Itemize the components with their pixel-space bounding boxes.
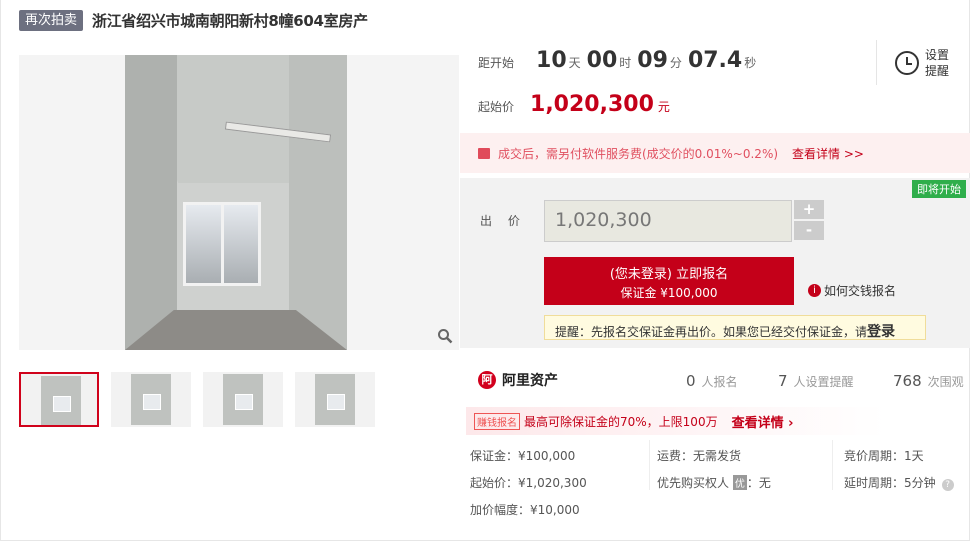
register-deposit-label: 保证金 ¥100,000	[620, 286, 718, 300]
register-button-label: (您未登录) 立即报名	[609, 267, 729, 282]
stat-registered: 0 人报名	[686, 372, 738, 390]
tip-text: 提醒：先报名交保证金再出价。如果您已经交付保证金，请	[555, 325, 868, 339]
countdown-hours: 00	[586, 48, 618, 73]
how-to-register-link[interactable]: i 如何交钱报名	[808, 282, 896, 299]
earn-text: 最高可除保证金的70%，上限100万	[524, 414, 718, 429]
how-to-label: 如何交钱报名	[824, 284, 897, 298]
stat-reminders-unit: 人设置提醒	[793, 375, 854, 389]
countdown-days: 10	[536, 48, 567, 73]
thumbnail-strip	[19, 372, 375, 427]
gift-icon	[478, 147, 490, 159]
thumbnail-2[interactable]	[111, 372, 191, 427]
info-delay: 延时周期：5分钟?	[844, 474, 954, 491]
start-price-value: 1,020,300	[530, 92, 654, 117]
zoom-icon[interactable]	[435, 328, 455, 348]
priority-value: ：无	[746, 476, 771, 490]
info-shipping: 运费：无需发货	[657, 449, 742, 463]
status-badge: 即将开始	[912, 180, 966, 198]
stat-views: 768 次围观	[893, 372, 964, 390]
countdown: 距开始 10 天 00 时 09 分 07.4 秒	[478, 48, 756, 73]
info-priority: 优先购买权人 优：无	[657, 474, 771, 491]
stat-reminders-count: 7	[778, 372, 788, 390]
login-tip: 提醒：先报名交保证金再出价。如果您已经交付保证金，请登录	[544, 315, 926, 340]
earn-banner: 赚钱报名 最高可除保证金的70%，上限100万 查看详情 ›	[466, 407, 886, 435]
title-row: 再次拍卖 浙江省绍兴市城南朝阳新村8幢604室房产	[19, 9, 368, 31]
bid-input[interactable]: 1,020,300	[544, 200, 792, 242]
stat-views-unit: 次围观	[927, 375, 964, 389]
priority-tag: 优	[732, 475, 747, 490]
countdown-days-unit: 天	[568, 56, 581, 70]
stat-registered-unit: 人报名	[701, 375, 738, 389]
page-title: 浙江省绍兴市城南朝阳新村8幢604室房产	[92, 11, 368, 30]
countdown-hours-unit: 时	[619, 56, 632, 70]
bid-panel: 即将开始 出 价 1,020,300 + - (您未登录) 立即报名 保证金 ¥…	[460, 178, 970, 348]
countdown-minutes: 09	[637, 48, 668, 73]
thumbnail-4[interactable]	[295, 372, 375, 427]
ali-logo-icon: 阿	[478, 371, 496, 389]
help-icon[interactable]: ?	[941, 479, 954, 491]
countdown-seconds: 07.4	[687, 48, 743, 73]
thumbnail-3[interactable]	[203, 372, 283, 427]
fee-notice-text: 成交后，需另付软件服务费(成交价的0.01%~0.2%)	[498, 146, 779, 161]
fee-details-link[interactable]: 查看详情 >>	[792, 145, 864, 162]
info-bid-cycle: 竞价周期：1天	[844, 449, 924, 463]
reauction-badge: 再次拍卖	[19, 9, 84, 31]
brand-name: 阿里资产	[502, 373, 558, 389]
countdown-seconds-unit: 秒	[744, 56, 757, 70]
alarm-clock-icon	[895, 50, 919, 75]
brand: 阿 阿里资产	[478, 370, 558, 390]
stat-registered-count: 0	[686, 372, 696, 390]
login-link[interactable]: 登录	[867, 324, 895, 340]
info-icon: i	[808, 284, 821, 297]
divider	[832, 440, 833, 490]
start-price: 起始价 1,020,300 元	[478, 92, 670, 117]
divider	[649, 440, 650, 490]
room-photo	[125, 55, 347, 350]
thumbnail-1[interactable]	[19, 372, 99, 427]
info-deposit: 保证金：¥100,000	[470, 449, 576, 463]
stat-reminders: 7 人设置提醒	[778, 372, 854, 390]
bid-label: 出 价	[480, 214, 526, 228]
increase-button[interactable]: +	[794, 200, 824, 219]
delay-label: 延时周期：5分钟	[844, 476, 936, 490]
reminder-label: 设置提醒	[925, 47, 950, 78]
stat-views-count: 768	[893, 372, 922, 390]
earn-details-link[interactable]: 查看详情 ›	[732, 412, 794, 431]
info-start-price: 起始价：¥1,020,300	[470, 476, 587, 490]
priority-label: 优先购买权人	[657, 476, 730, 490]
info-increment: 加价幅度：¥10,000	[470, 503, 580, 517]
countdown-label: 距开始	[478, 56, 515, 70]
fee-notice: 成交后，需另付软件服务费(成交价的0.01%~0.2%) 查看详情 >>	[460, 133, 970, 173]
start-price-label: 起始价	[478, 100, 515, 114]
earn-tag: 赚钱报名	[474, 412, 520, 430]
register-button[interactable]: (您未登录) 立即报名 保证金 ¥100,000	[544, 257, 794, 305]
set-reminder-button[interactable]: 设置提醒	[876, 40, 970, 85]
start-price-unit: 元	[657, 100, 670, 114]
decrease-button[interactable]: -	[794, 221, 824, 240]
main-photo[interactable]	[19, 55, 459, 350]
countdown-minutes-unit: 分	[669, 56, 682, 70]
